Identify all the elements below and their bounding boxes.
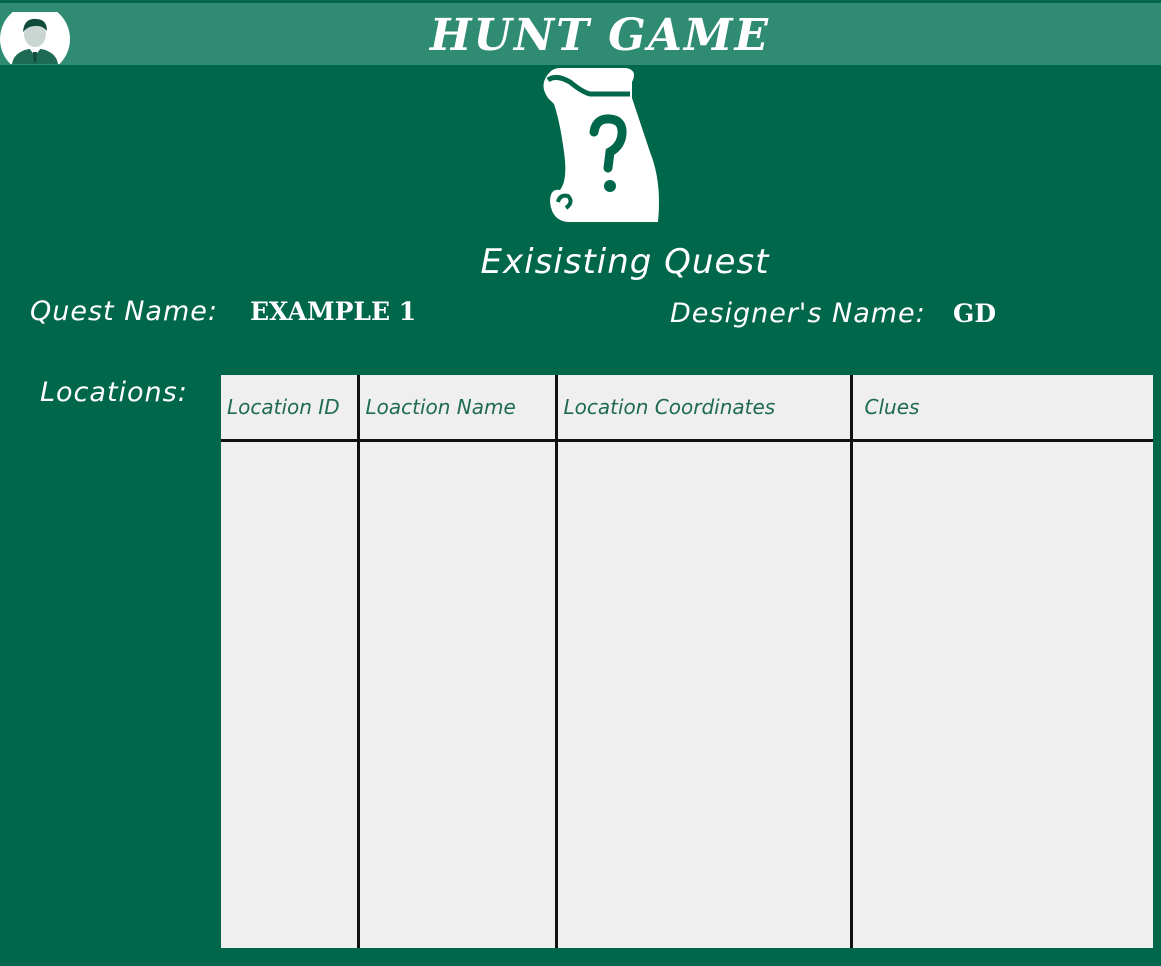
column-header-location-id[interactable]: Location ID	[221, 375, 360, 442]
table-cell	[358, 440, 558, 948]
designer-name-value: GD	[953, 299, 997, 328]
table-body-empty	[221, 440, 1153, 949]
column-header-location-coordinates[interactable]: Location Coordinates	[556, 375, 853, 442]
locations-label: Locations:	[40, 377, 188, 408]
table-cell	[556, 440, 853, 948]
column-header-location-name[interactable]: Loaction Name	[358, 375, 558, 442]
table-cell	[851, 441, 1153, 949]
designer-name-label: Designer's Name:	[670, 298, 926, 329]
quest-name-value: EXAMPLE 1	[250, 297, 417, 326]
app-title: HUNT GAME	[429, 10, 771, 61]
quest-name-label: Quest Name:	[30, 296, 218, 327]
user-avatar-icon[interactable]	[0, 12, 70, 64]
scroll-question-icon	[530, 62, 670, 228]
app-header: HUNT GAME	[0, 3, 1161, 65]
table-header-row: Location ID Loaction Name Location Coord…	[221, 375, 1153, 442]
locations-table: Location ID Loaction Name Location Coord…	[221, 375, 1153, 948]
column-header-clues[interactable]: Clues	[851, 375, 1153, 442]
page-title: Exisisting Quest	[480, 242, 770, 282]
table-cell	[221, 440, 360, 948]
